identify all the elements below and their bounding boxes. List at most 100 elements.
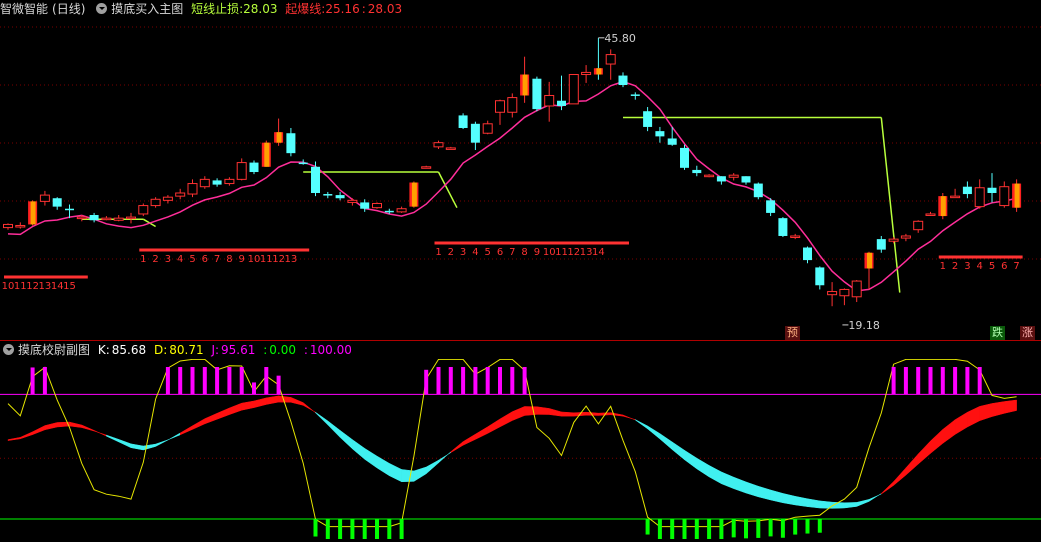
oscillator-ribbon — [856, 499, 870, 507]
overbought-bar — [178, 367, 183, 395]
candle — [667, 126, 677, 146]
candle-body — [76, 216, 87, 220]
oversold-bar — [793, 519, 798, 535]
candle-body — [753, 183, 763, 198]
candle — [876, 235, 886, 253]
stop-value: 28.03 — [243, 2, 278, 16]
oscillator-ribbon — [536, 406, 550, 415]
oscillator-ribbon — [954, 411, 968, 435]
tag-predict: 预 — [785, 326, 800, 340]
candle-body — [445, 147, 456, 150]
oscillator-ribbon — [659, 433, 673, 451]
settings-icon[interactable] — [96, 3, 108, 14]
candle-body — [741, 176, 751, 183]
oscillator-ribbon — [69, 421, 83, 428]
k-label: K: — [97, 343, 110, 357]
candle-body — [888, 238, 899, 242]
oscillator-ribbon — [413, 466, 427, 482]
oscillator-ribbon — [401, 469, 415, 483]
oscillator-ribbon — [696, 457, 710, 478]
oscillator-ribbon — [708, 465, 722, 485]
overbought-bar — [276, 375, 281, 395]
count-number: 8 — [226, 254, 232, 265]
candle — [568, 74, 579, 105]
candle-body — [618, 75, 628, 86]
oscillator-ribbon — [32, 425, 46, 435]
candle-body — [138, 205, 149, 215]
count-number: 5 — [485, 247, 491, 258]
candle-body — [962, 186, 972, 195]
candle-body — [643, 111, 653, 127]
oscillator-ribbon — [647, 425, 661, 440]
candle-body — [372, 202, 382, 209]
oscillator-ribbon — [352, 439, 365, 460]
candle-highlight — [940, 196, 946, 217]
settings-icon[interactable] — [3, 344, 14, 355]
oversold-bar — [645, 519, 650, 535]
oscillator-ribbon — [118, 439, 132, 449]
count-number: 4 — [977, 261, 983, 272]
oversold-bar — [362, 519, 367, 539]
oversold-bar — [670, 519, 675, 539]
candle-highlight — [867, 252, 872, 269]
j-label: J: — [211, 343, 220, 357]
stop-loss-line — [880, 117, 901, 293]
k-value: 85.68 — [111, 343, 147, 357]
oversold-bar — [731, 519, 736, 538]
count-number: 10 — [248, 254, 261, 265]
candle-body — [433, 142, 444, 148]
candle — [421, 165, 432, 169]
oscillator-ribbon — [302, 402, 316, 414]
count-number: 14 — [51, 281, 64, 292]
candle — [630, 92, 640, 100]
candle — [815, 266, 825, 290]
oscillator-ribbon — [991, 401, 1005, 417]
count-number: 2 — [448, 247, 454, 258]
candle — [39, 190, 50, 206]
candle — [704, 174, 715, 178]
overbought-bar — [940, 367, 945, 395]
main-indicator-name[interactable]: 摸底买入主图 — [111, 2, 183, 16]
candle — [126, 212, 136, 224]
candle — [311, 161, 320, 197]
candle-body — [323, 194, 333, 196]
oscillator-ribbon — [770, 489, 784, 504]
candle — [999, 181, 1010, 208]
candle-body — [113, 217, 124, 221]
main-candlestick-chart[interactable]: 10 11 12 13 14 151 2 3 4 5 6 7 8 9 10 11 12 131 2 3 4 5 6 7 8 9 10… — [0, 18, 1041, 340]
period-label[interactable]: (日线) — [52, 2, 85, 16]
candle-body — [655, 131, 665, 137]
oscillator-ribbon — [524, 406, 538, 416]
candle — [162, 195, 173, 204]
overbought-bar — [252, 382, 256, 395]
sub-panel-header: 摸底校尉副图 K: 85.68 D: 80.71 J: 95.61 :0.00 :10… — [0, 341, 356, 359]
candle — [827, 282, 838, 307]
oscillator-ribbon — [868, 493, 882, 502]
candle — [618, 72, 628, 88]
oscillator-ribbon — [216, 407, 230, 420]
candle — [150, 197, 161, 208]
candle-body — [236, 162, 247, 180]
lower-value: 0.00 — [269, 343, 296, 357]
oscillator-ribbon — [499, 411, 513, 428]
candle-body — [630, 94, 640, 96]
sub-oscillator-chart[interactable] — [0, 359, 1041, 542]
oscillator-ribbon — [967, 405, 980, 428]
stock-name[interactable]: 智微智能 — [0, 2, 48, 16]
candle-body — [667, 138, 677, 145]
oscillator-ribbon — [290, 396, 304, 406]
candle — [52, 197, 62, 210]
overbought-bar — [190, 367, 195, 395]
candle — [864, 251, 874, 290]
candle — [753, 182, 763, 200]
overbought-bar — [498, 367, 502, 395]
sub-indicator-name[interactable]: 摸底校尉副图 — [18, 343, 90, 357]
count-number: 13 — [580, 247, 593, 258]
oscillator-ribbon — [192, 418, 206, 430]
candle-body — [224, 178, 235, 185]
candle-highlight — [411, 182, 417, 207]
oscillator-ribbon — [930, 428, 944, 454]
count-number: 5 — [189, 254, 195, 265]
candle — [236, 158, 247, 181]
count-number: 3 — [964, 261, 970, 272]
